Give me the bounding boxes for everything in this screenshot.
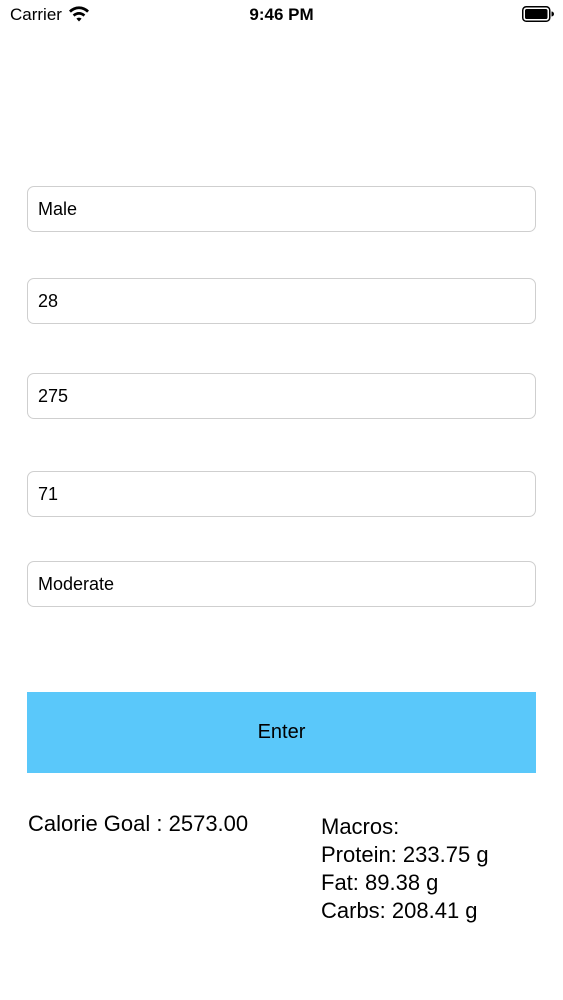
age-field[interactable]	[27, 278, 536, 324]
status-bar: Carrier 9:46 PM	[0, 0, 563, 30]
macros-title: Macros:	[321, 814, 400, 839]
calorie-goal-label: Calorie Goal : 2573.00	[28, 811, 249, 836]
protein-value: Protein: 233.75 g	[321, 842, 489, 867]
macros-panel: Macros: Protein: 233.75 g Fat: 89.38 g C…	[321, 813, 489, 925]
enter-button[interactable]: Enter	[27, 692, 536, 773]
app-screen: Carrier 9:46 PM Enter Calorie Goal : 257…	[0, 0, 563, 1000]
status-time: 9:46 PM	[249, 5, 314, 24]
carbs-value: Carbs: 208.41 g	[321, 898, 478, 923]
gender-field[interactable]	[27, 186, 536, 232]
battery-icon	[522, 6, 554, 22]
weight-field[interactable]	[27, 373, 536, 419]
fat-value: Fat: 89.38 g	[321, 870, 439, 895]
activity-level-field[interactable]	[27, 561, 536, 607]
height-field[interactable]	[27, 471, 536, 517]
